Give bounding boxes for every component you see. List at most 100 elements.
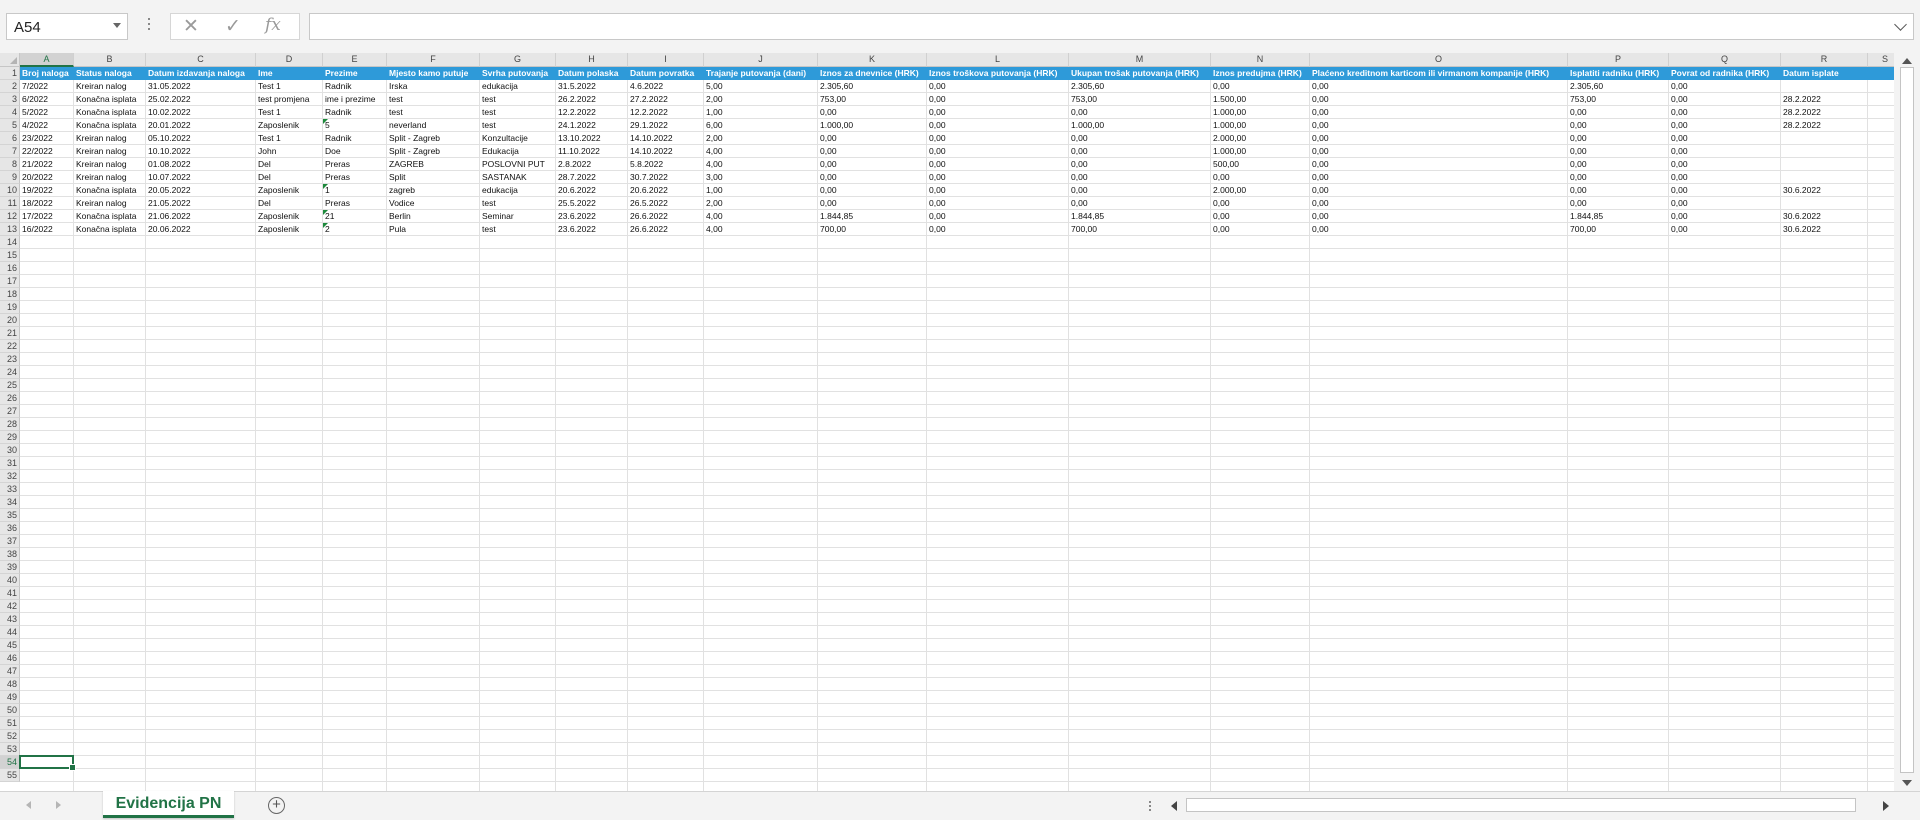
cell-h13[interactable]: 23.6.2022 (556, 223, 628, 236)
cell-o4[interactable]: 0,00 (1310, 106, 1568, 119)
cell-l13[interactable]: 0,00 (927, 223, 1069, 236)
cell-f12[interactable]: Berlin (387, 210, 480, 223)
cell-d7[interactable]: John (256, 145, 323, 158)
cell-n12[interactable]: 0,00 (1211, 210, 1310, 223)
cell-r3[interactable]: 28.2.2022 (1781, 93, 1868, 106)
row-header-19[interactable]: 19 (0, 301, 20, 314)
cell-c9[interactable]: 10.07.2022 (146, 171, 256, 184)
row-header-36[interactable]: 36 (0, 522, 20, 535)
cell-r5[interactable]: 28.2.2022 (1781, 119, 1868, 132)
cell-c8[interactable]: 01.08.2022 (146, 158, 256, 171)
row-header-49[interactable]: 49 (0, 691, 20, 704)
row-header-28[interactable]: 28 (0, 418, 20, 431)
cell-g5[interactable]: test (480, 119, 556, 132)
cell-p5[interactable]: 0,00 (1568, 119, 1669, 132)
row-header-27[interactable]: 27 (0, 405, 20, 418)
chevron-down-icon[interactable] (113, 23, 121, 28)
cell-c10[interactable]: 20.05.2022 (146, 184, 256, 197)
column-header-d[interactable]: D (256, 53, 323, 67)
cell-h12[interactable]: 23.6.2022 (556, 210, 628, 223)
row-header-7[interactable]: 7 (0, 145, 20, 158)
horizontal-scroll-thumb[interactable] (1186, 798, 1856, 812)
column-header-q[interactable]: Q (1669, 53, 1781, 67)
cell-f3[interactable]: test (387, 93, 480, 106)
cell-r9[interactable] (1781, 171, 1868, 184)
cell-h9[interactable]: 28.7.2022 (556, 171, 628, 184)
cell-n13[interactable]: 0,00 (1211, 223, 1310, 236)
cell-s12[interactable] (1868, 210, 1894, 223)
cell-j2[interactable]: 5,00 (704, 80, 818, 93)
cell-i2[interactable]: 4.6.2022 (628, 80, 704, 93)
cell-b7[interactable]: Kreiran nalog (74, 145, 146, 158)
row-header-16[interactable]: 16 (0, 262, 20, 275)
cell-m11[interactable]: 0,00 (1069, 197, 1211, 210)
header-cell-p[interactable]: Isplatiti radniku (HRK) (1568, 67, 1669, 80)
row-header-22[interactable]: 22 (0, 340, 20, 353)
row-header-32[interactable]: 32 (0, 470, 20, 483)
cell-n10[interactable]: 2.000,00 (1211, 184, 1310, 197)
cell-r10[interactable]: 30.6.2022 (1781, 184, 1868, 197)
cell-o11[interactable]: 0,00 (1310, 197, 1568, 210)
header-cell-s[interactable] (1868, 67, 1894, 80)
column-header-j[interactable]: J (704, 53, 818, 67)
cell-k11[interactable]: 0,00 (818, 197, 927, 210)
row-header-17[interactable]: 17 (0, 275, 20, 288)
cell-s7[interactable] (1868, 145, 1894, 158)
cell-s13[interactable] (1868, 223, 1894, 236)
cell-h7[interactable]: 11.10.2022 (556, 145, 628, 158)
drag-handle-icon[interactable] (1148, 799, 1152, 815)
cell-b5[interactable]: Konačna isplata (74, 119, 146, 132)
row-header-2[interactable]: 2 (0, 80, 20, 93)
cell-d4[interactable]: Test 1 (256, 106, 323, 119)
column-header-i[interactable]: I (628, 53, 704, 67)
cell-k10[interactable]: 0,00 (818, 184, 927, 197)
cell-f10[interactable]: zagreb (387, 184, 480, 197)
column-header-k[interactable]: K (818, 53, 927, 67)
cell-s5[interactable] (1868, 119, 1894, 132)
cell-l4[interactable]: 0,00 (927, 106, 1069, 119)
cell-e8[interactable]: Preras (323, 158, 387, 171)
cell-p12[interactable]: 1.844,85 (1568, 210, 1669, 223)
select-all-corner[interactable] (0, 53, 20, 67)
cell-g11[interactable]: test (480, 197, 556, 210)
column-header-m[interactable]: M (1069, 53, 1211, 67)
row-header-1[interactable]: 1 (0, 67, 20, 80)
cell-m5[interactable]: 1.000,00 (1069, 119, 1211, 132)
cell-j5[interactable]: 6,00 (704, 119, 818, 132)
row-header-39[interactable]: 39 (0, 561, 20, 574)
cell-d6[interactable]: Test 1 (256, 132, 323, 145)
cell-l2[interactable]: 0,00 (927, 80, 1069, 93)
row-header-4[interactable]: 4 (0, 106, 20, 119)
name-box[interactable]: A54 (6, 13, 128, 40)
cell-k7[interactable]: 0,00 (818, 145, 927, 158)
cell-m6[interactable]: 0,00 (1069, 132, 1211, 145)
drag-handle-icon[interactable] (147, 15, 151, 37)
cell-c4[interactable]: 10.02.2022 (146, 106, 256, 119)
header-cell-e[interactable]: Prezime (323, 67, 387, 80)
cell-a12[interactable]: 17/2022 (20, 210, 74, 223)
cell-l10[interactable]: 0,00 (927, 184, 1069, 197)
row-header-35[interactable]: 35 (0, 509, 20, 522)
cell-c2[interactable]: 31.05.2022 (146, 80, 256, 93)
cell-i7[interactable]: 14.10.2022 (628, 145, 704, 158)
cell-c7[interactable]: 10.10.2022 (146, 145, 256, 158)
cell-s8[interactable] (1868, 158, 1894, 171)
cell-r11[interactable] (1781, 197, 1868, 210)
cell-d12[interactable]: Zaposlenik (256, 210, 323, 223)
cell-q9[interactable]: 0,00 (1669, 171, 1781, 184)
cell-r4[interactable]: 28.2.2022 (1781, 106, 1868, 119)
cell-j8[interactable]: 4,00 (704, 158, 818, 171)
cell-a7[interactable]: 22/2022 (20, 145, 74, 158)
cell-f11[interactable]: Vodice (387, 197, 480, 210)
cell-s6[interactable] (1868, 132, 1894, 145)
row-header-10[interactable]: 10 (0, 184, 20, 197)
cell-n9[interactable]: 0,00 (1211, 171, 1310, 184)
horizontal-scrollbar[interactable] (1166, 796, 1894, 815)
header-cell-n[interactable]: Iznos predujma (HRK) (1211, 67, 1310, 80)
cell-s2[interactable] (1868, 80, 1894, 93)
cell-r8[interactable] (1781, 158, 1868, 171)
column-header-f[interactable]: F (387, 53, 480, 67)
cell-g6[interactable]: Konzultacije (480, 132, 556, 145)
row-header-46[interactable]: 46 (0, 652, 20, 665)
row-header-15[interactable]: 15 (0, 249, 20, 262)
